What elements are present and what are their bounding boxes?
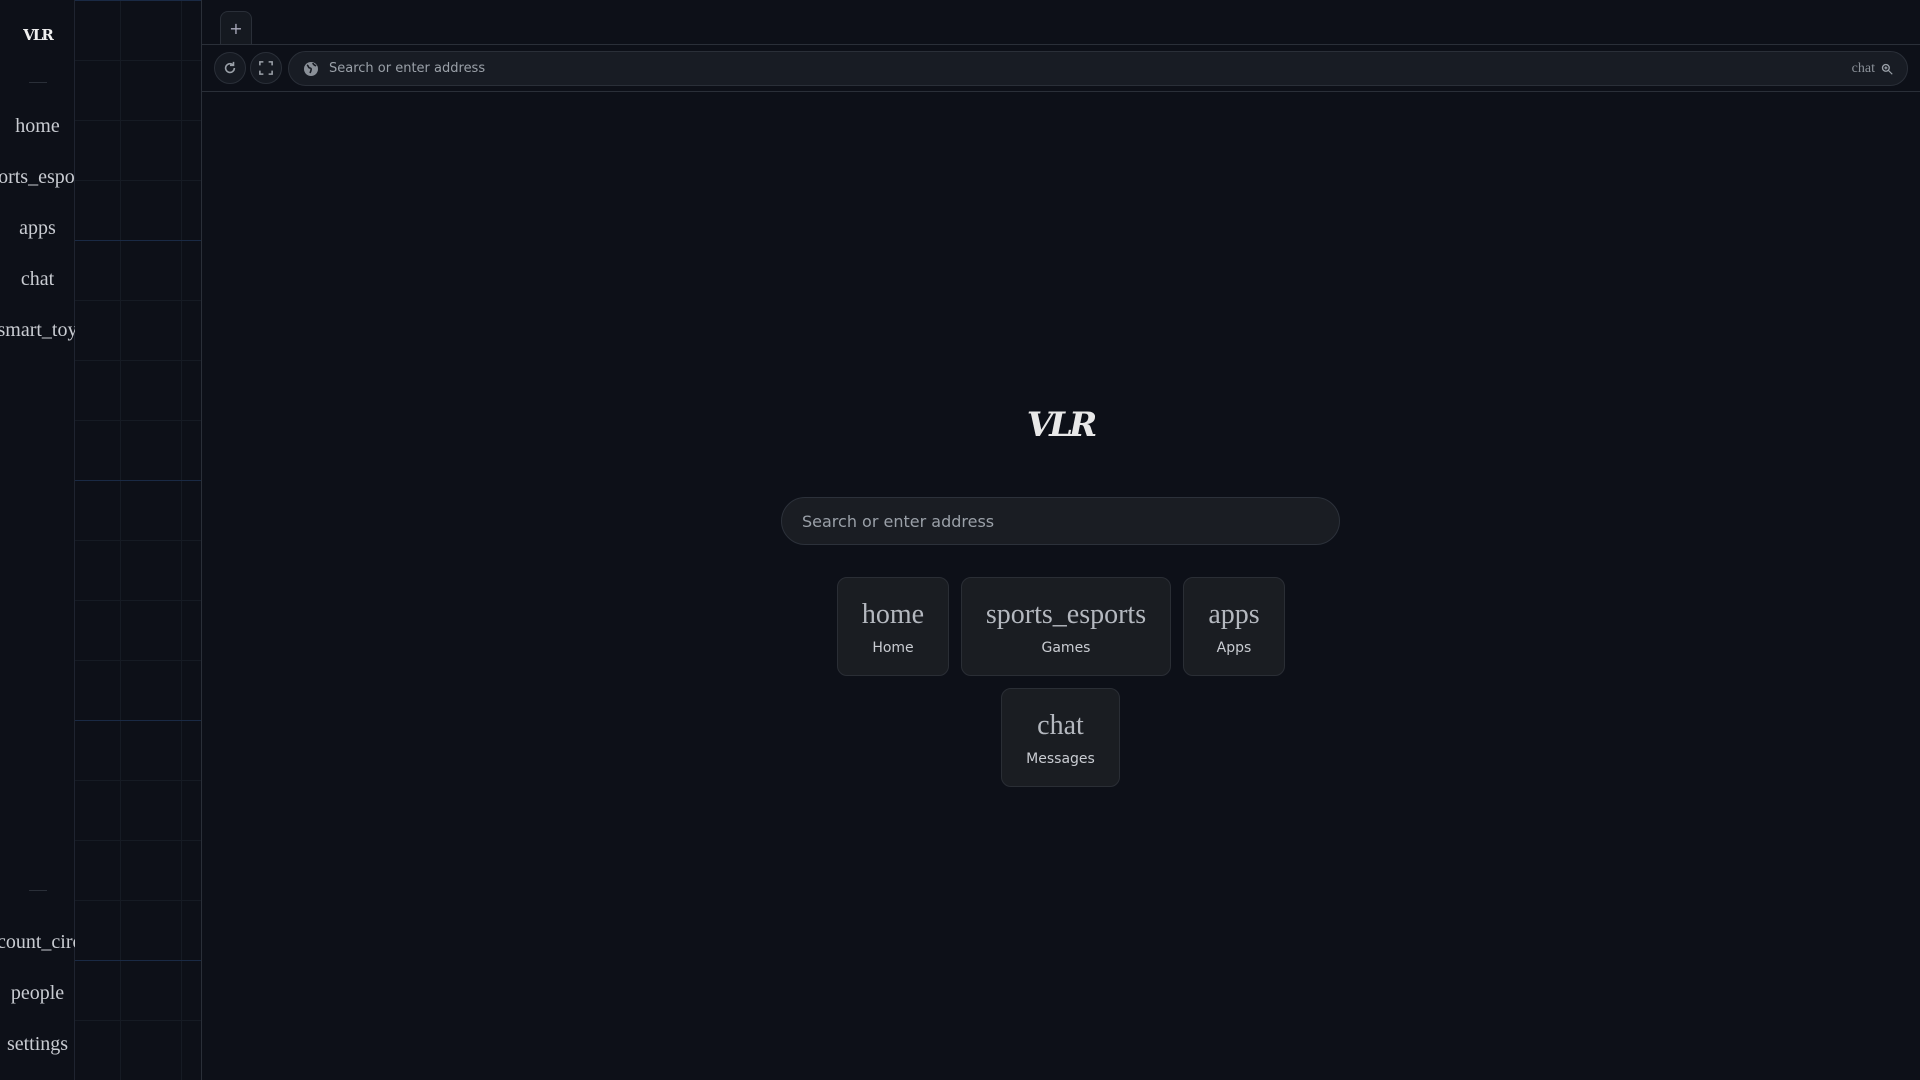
new-tab-button[interactable]: +	[220, 11, 252, 45]
shortcut-label: Home	[872, 639, 914, 656]
sidebar-item-home[interactable]: home	[0, 104, 75, 148]
sidebar: VLR home sports_esports apps chat smart_…	[0, 0, 75, 1080]
grid-panel	[75, 0, 202, 1080]
toolbar: Search or enter address chat	[202, 44, 1920, 92]
home-search-input[interactable]: Search or enter address	[781, 497, 1340, 545]
shortcut-label: Messages	[1026, 750, 1095, 767]
sidebar-item-chat[interactable]: chat	[0, 257, 75, 301]
shortcut-games[interactable]: sports_esports Games	[961, 577, 1171, 676]
shortcut-home[interactable]: home Home	[837, 577, 949, 676]
center-logo: VLR	[1026, 405, 1098, 445]
reload-icon	[224, 61, 236, 74]
address-bar[interactable]: Search or enter address chat	[288, 51, 1908, 86]
apps-icon: apps	[1208, 598, 1260, 630]
sidebar-item-apps[interactable]: apps	[0, 206, 75, 250]
sidebar-item-account[interactable]: account_circle	[0, 920, 75, 964]
address-placeholder: Search or enter address	[329, 61, 486, 76]
divider	[29, 890, 47, 891]
sports-esports-icon: sports_esports	[985, 598, 1147, 630]
shortcut-label: Games	[1041, 639, 1091, 656]
shortcut-messages[interactable]: chat Messages	[1001, 688, 1120, 787]
fullscreen-button[interactable]	[250, 52, 282, 84]
sidebar-item-settings[interactable]: settings	[0, 1022, 75, 1066]
reload-button[interactable]	[214, 52, 246, 84]
zoom-search-icon[interactable]	[1881, 63, 1893, 75]
shortcut-apps[interactable]: apps Apps	[1183, 577, 1285, 676]
home-icon: home	[861, 598, 925, 630]
globe-icon	[304, 61, 318, 76]
sidebar-item-ai[interactable]: smart_toy	[0, 308, 75, 352]
divider	[29, 82, 47, 83]
chat-label[interactable]: chat	[1852, 61, 1875, 77]
shortcut-label: Apps	[1216, 639, 1252, 656]
fullscreen-icon	[259, 61, 273, 75]
chat-icon: chat	[1037, 709, 1084, 741]
sidebar-logo: VLR	[23, 26, 54, 44]
sidebar-item-games[interactable]: sports_esports	[0, 155, 75, 199]
sidebar-item-people[interactable]: people	[0, 971, 75, 1015]
